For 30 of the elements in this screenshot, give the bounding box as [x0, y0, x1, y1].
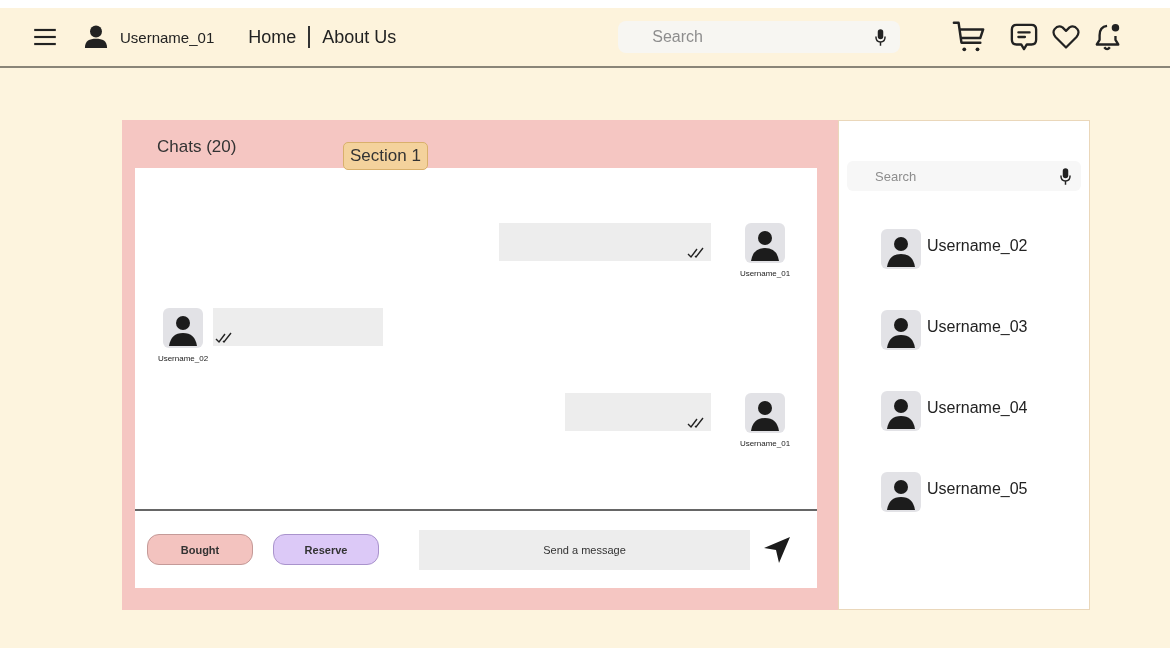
user-icon	[84, 25, 108, 49]
action-button[interactable]: Reserve	[273, 534, 379, 565]
author-label: Username_01	[739, 439, 791, 448]
nav-link[interactable]: About Us	[322, 26, 397, 48]
search-field[interactable]: Search	[618, 21, 901, 53]
menu-icon[interactable]	[34, 28, 56, 46]
contact-name[interactable]: Username_02	[927, 237, 1028, 255]
chat-icon[interactable]	[1010, 22, 1039, 52]
section-label: Section 1	[343, 142, 428, 170]
avatar-icon	[745, 393, 785, 433]
microphone-icon[interactable]	[875, 29, 887, 46]
chat-title: Chats (20)	[157, 137, 237, 157]
contact-name[interactable]: Username_05	[927, 480, 1028, 498]
microphone-icon[interactable]	[1060, 168, 1071, 185]
avatar-icon[interactable]	[881, 229, 921, 269]
avatar-icon[interactable]	[881, 391, 921, 431]
avatar-icon[interactable]	[881, 472, 921, 512]
author-label: Username_02	[157, 354, 209, 363]
contact-name[interactable]: Username_04	[927, 399, 1028, 417]
search-field[interactable]: Search	[847, 161, 1081, 191]
action-button[interactable]: Bought	[147, 534, 253, 565]
message-field[interactable]: Send a message	[419, 529, 750, 570]
avatar-icon[interactable]	[881, 310, 921, 350]
nav-link[interactable]: Home	[248, 26, 297, 48]
avatar-icon	[163, 308, 203, 348]
author-label: Username_01	[739, 269, 791, 278]
avatar-icon	[745, 223, 785, 263]
send-icon[interactable]	[762, 534, 792, 565]
username-label: Username_01	[120, 28, 215, 46]
contact-name[interactable]: Username_03	[927, 318, 1028, 336]
